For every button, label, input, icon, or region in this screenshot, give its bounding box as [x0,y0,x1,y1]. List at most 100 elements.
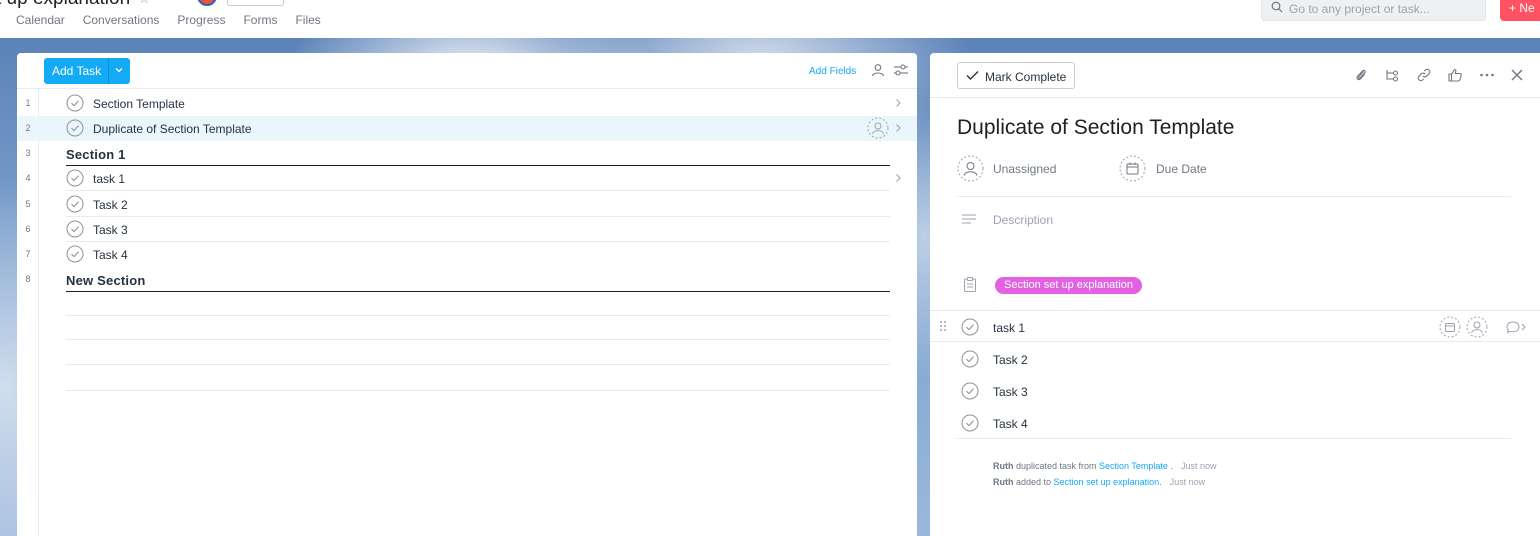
story-action: duplicated task from [1013,461,1100,471]
mark-complete-label: Mark Complete [985,70,1067,84]
row-number: 2 [25,123,31,133]
add-task-divider [108,58,109,84]
mark-complete-button[interactable]: Mark Complete [957,62,1075,89]
subtask-name[interactable]: Task 2 [993,353,1028,367]
check-circle-icon[interactable] [961,414,979,432]
task-name[interactable]: Duplicate of Section Template [93,122,252,136]
task-name[interactable]: Task 4 [93,248,128,262]
subtask-row[interactable]: Task 3 [930,375,1540,406]
search-input[interactable] [1289,1,1479,16]
description-field[interactable]: Description [993,213,1053,227]
table-row[interactable]: 7 Task 4 [17,242,917,267]
tab-forms[interactable]: Forms [243,13,277,27]
section-row[interactable]: 3 Section 1 [17,141,917,166]
check-circle-icon[interactable] [66,220,84,238]
table-row[interactable]: 6 Task 3 [17,217,917,242]
chevron-down-icon[interactable] [114,65,124,75]
star-icon[interactable]: ☆ [138,0,151,7]
check-circle-icon[interactable] [961,382,979,400]
story-link[interactable]: Section Template [1099,461,1168,471]
check-circle-icon[interactable] [961,318,979,336]
empty-row-divider [66,364,890,365]
task-name[interactable]: task 1 [93,172,125,186]
new-button[interactable]: + Ne [1500,0,1540,21]
tab-calendar[interactable]: Calendar [16,13,65,27]
description-icon [962,214,976,224]
chevron-right-icon[interactable] [893,123,903,133]
check-circle-icon[interactable] [66,195,84,213]
row-divider [66,190,890,191]
close-icon[interactable] [1509,67,1525,83]
project-title: t up explanation [0,0,130,10]
subtask-row[interactable]: Task 4 [930,407,1540,438]
person-icon[interactable] [871,63,885,77]
activity-story: Ruth added to Section set up explanation… [993,477,1205,487]
assignee-placeholder-icon[interactable] [1466,316,1488,338]
story-author[interactable]: Ruth [993,461,1014,471]
due-date-field[interactable]: Due Date [1156,162,1207,176]
calendar-icon[interactable] [1439,316,1461,338]
assignee-placeholder-icon[interactable] [867,117,889,139]
row-number: 3 [25,148,31,158]
section-name[interactable]: Section 1 [66,147,126,162]
check-circle-icon[interactable] [961,350,979,368]
comment-chevron-icon[interactable] [1506,321,1526,333]
section-row[interactable]: 8 New Section [17,267,917,292]
row-number: 4 [25,173,31,183]
empty-row-divider [66,315,890,316]
task-detail-panel: Mark Complete Duplicate of Section Templ… [930,53,1540,536]
calendar-icon[interactable] [1119,155,1146,182]
task-name[interactable]: Task 2 [93,198,128,212]
task-name[interactable]: Task 3 [93,223,128,237]
chevron-right-icon[interactable] [893,98,903,108]
subtask-name[interactable]: Task 3 [993,385,1028,399]
table-row[interactable]: 1 Section Template [17,91,917,116]
assignee-placeholder-icon[interactable] [957,155,984,182]
subtask-name[interactable]: task 1 [993,321,1025,335]
row-number: 8 [25,274,31,284]
check-circle-icon[interactable] [66,94,84,112]
chevron-right-icon[interactable] [893,173,903,183]
sliders-icon[interactable] [893,63,909,77]
list-toolbar: Add Task Add Fields [17,53,917,89]
tab-files[interactable]: Files [295,13,320,27]
add-task-button[interactable]: Add Task [44,58,130,84]
project-tag[interactable]: Section set up explanation [995,277,1143,294]
section-name[interactable]: New Section [66,273,146,288]
share-button[interactable] [227,0,284,6]
task-title[interactable]: Duplicate of Section Template [957,116,1234,140]
avatar[interactable] [197,0,217,6]
check-circle-icon[interactable] [66,169,84,187]
task-name[interactable]: Section Template [93,97,185,111]
story-link[interactable]: Section set up explanation [1054,477,1160,487]
empty-row-divider [66,339,890,340]
subtasks-bottom-divider [957,438,1511,439]
table-row[interactable]: 2 Duplicate of Section Template [17,116,917,141]
assignee-field[interactable]: Unassigned [993,162,1056,176]
thumbs-up-icon[interactable] [1447,67,1463,83]
paperclip-icon[interactable] [1353,67,1369,83]
check-circle-icon[interactable] [66,245,84,263]
tab-progress[interactable]: Progress [177,13,225,27]
story-tail: . [1159,477,1162,487]
search-box[interactable] [1261,0,1486,21]
more-options-icon[interactable] [1479,67,1495,83]
subtask-row[interactable]: task 1 [930,311,1540,342]
story-action: added to [1013,477,1054,487]
add-fields-link[interactable]: Add Fields [809,66,856,77]
table-row[interactable]: 5 Task 2 [17,192,917,217]
subtask-icon[interactable] [1384,67,1400,83]
row-number: 7 [25,249,31,259]
tab-conversations[interactable]: Conversations [83,13,160,27]
link-icon[interactable] [1416,67,1432,83]
clipboard-icon [964,277,976,292]
activity-story: Ruth duplicated task from Section Templa… [993,461,1216,471]
subtask-name[interactable]: Task 4 [993,417,1028,431]
table-row[interactable]: 4 task 1 [17,166,917,191]
story-timestamp: Just now [1180,461,1217,471]
story-author[interactable]: Ruth [993,477,1014,487]
check-circle-icon[interactable] [66,119,84,137]
row-number: 1 [25,98,31,108]
subtask-row[interactable]: Task 2 [930,343,1540,374]
drag-handle-icon[interactable] [939,320,947,332]
